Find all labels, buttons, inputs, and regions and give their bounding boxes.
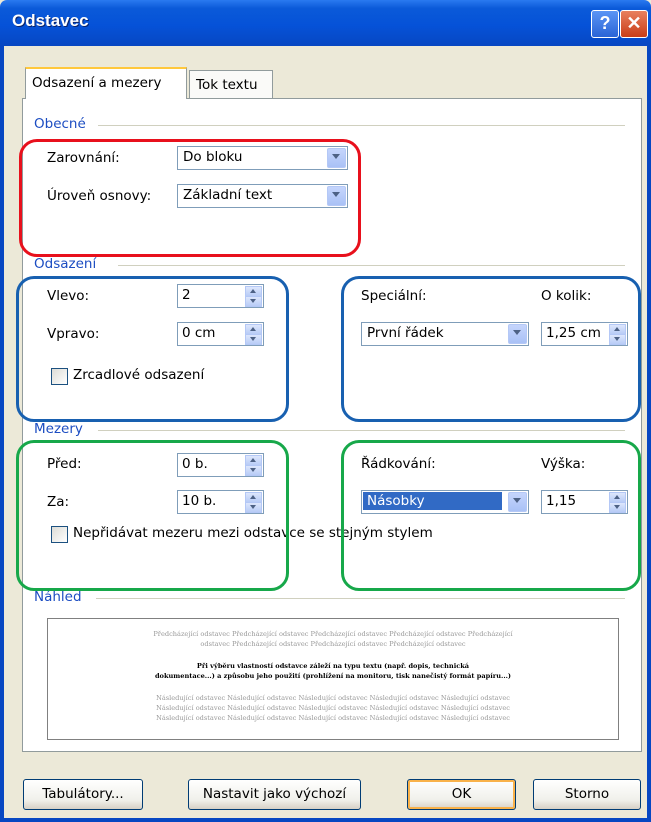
preview-next-line: Následující odstavec Následující odstave… [156, 704, 510, 712]
window-title: Odstavec [12, 11, 89, 30]
paragraph-dialog: Odstavec ? ✕ Odsazení a mezery Tok textu… [0, 0, 651, 822]
no-space-same-style-label: Nepřidávat mezeru mezi odstavce se stejn… [73, 525, 433, 541]
special-select[interactable]: První řádek [361, 322, 529, 346]
space-after-label: Za: [47, 494, 70, 510]
frame-bottom [0, 818, 651, 822]
outline-level-label: Úroveň osnovy: [47, 188, 152, 204]
preview-current-line: Při výběru vlastností odstavce záleží na… [196, 662, 470, 670]
by-label: O kolik: [541, 288, 592, 304]
section-divider [98, 125, 625, 126]
spin-down-icon[interactable] [245, 465, 262, 476]
tabs-button[interactable]: Tabulátory... [23, 779, 143, 810]
section-indent: Odsazení [34, 256, 101, 272]
alignment-value: Do bloku [183, 149, 243, 165]
tab-indents-spacing[interactable]: Odsazení a mezery [25, 67, 187, 99]
section-divider [96, 598, 625, 599]
tab-label: Odsazení a mezery [32, 75, 162, 91]
special-value: První řádek [367, 325, 444, 341]
by-spinner[interactable]: 1,25 cm [541, 322, 628, 346]
indent-left-spinner[interactable]: 2 [177, 284, 264, 308]
set-default-button[interactable]: Nastavit jako výchozí [188, 779, 361, 810]
chevron-down-icon[interactable] [508, 324, 527, 344]
spin-down-icon[interactable] [245, 502, 262, 513]
preview-next-line: Následující odstavec Následující odstave… [156, 694, 510, 702]
cancel-button[interactable]: Storno [533, 779, 641, 810]
spin-down-icon[interactable] [609, 502, 626, 513]
chevron-down-icon[interactable] [327, 186, 346, 206]
preview-previous-line: Předcházející odstavec Předcházející ods… [153, 630, 513, 638]
spin-down-icon[interactable] [245, 334, 262, 345]
frame-left [0, 46, 4, 822]
space-after-value: 10 b. [182, 493, 217, 509]
space-before-spinner[interactable]: 0 b. [177, 453, 264, 477]
line-spacing-select[interactable]: Násobky [361, 490, 529, 514]
indent-left-label: Vlevo: [47, 288, 90, 304]
indent-right-value: 0 cm [182, 325, 216, 341]
indent-right-spinner[interactable]: 0 cm [177, 322, 264, 346]
by-value: 1,25 cm [546, 325, 601, 341]
alignment-select[interactable]: Do bloku [177, 146, 348, 170]
preview-box: Předcházející odstavec Předcházející ods… [47, 618, 619, 740]
tab-line-breaks[interactable]: Tok textu [189, 70, 273, 99]
outline-level-value: Základní text [183, 187, 273, 203]
space-before-label: Před: [47, 456, 82, 472]
spin-down-icon[interactable] [609, 334, 626, 345]
chevron-down-icon[interactable] [508, 492, 527, 512]
line-at-value: 1,15 [546, 493, 577, 509]
title-bar[interactable]: Odstavec ? ✕ [0, 0, 651, 46]
space-after-spinner[interactable]: 10 b. [177, 490, 264, 514]
close-button[interactable]: ✕ [620, 10, 648, 38]
line-at-spinner[interactable]: 1,15 [541, 490, 628, 514]
ok-button[interactable]: OK [407, 779, 516, 810]
mirror-indent-checkbox[interactable] [51, 368, 68, 385]
preview-previous-line: odstavec Předcházející odstavec Předcház… [200, 640, 466, 648]
outline-level-select[interactable]: Základní text [177, 184, 348, 208]
line-spacing-value: Násobky [363, 492, 502, 510]
section-divider [98, 430, 625, 431]
preview-current-line: dokumentace...) a způsobu jeho použití (… [154, 672, 512, 680]
frame-right [647, 46, 651, 822]
spin-down-icon[interactable] [245, 296, 262, 307]
help-button[interactable]: ? [591, 10, 619, 38]
alignment-label: Zarovnání: [47, 150, 120, 166]
indent-right-label: Vpravo: [47, 326, 100, 342]
section-preview: Náhled [34, 589, 86, 605]
chevron-down-icon[interactable] [327, 148, 346, 168]
mirror-indent-label: Zrcadlové odsazení [73, 367, 205, 383]
special-label: Speciální: [361, 288, 427, 304]
space-before-value: 0 b. [182, 456, 208, 472]
line-spacing-label: Řádkování: [361, 456, 436, 472]
section-divider [118, 265, 625, 266]
line-at-label: Výška: [541, 456, 586, 472]
no-space-same-style-checkbox[interactable] [51, 526, 68, 543]
tab-label: Tok textu [196, 77, 258, 93]
section-spacing: Mezery [34, 421, 87, 437]
preview-next-line: Následující odstavec Následující odstave… [156, 714, 510, 722]
indent-left-value: 2 [182, 287, 191, 303]
section-general: Obecné [34, 116, 90, 132]
